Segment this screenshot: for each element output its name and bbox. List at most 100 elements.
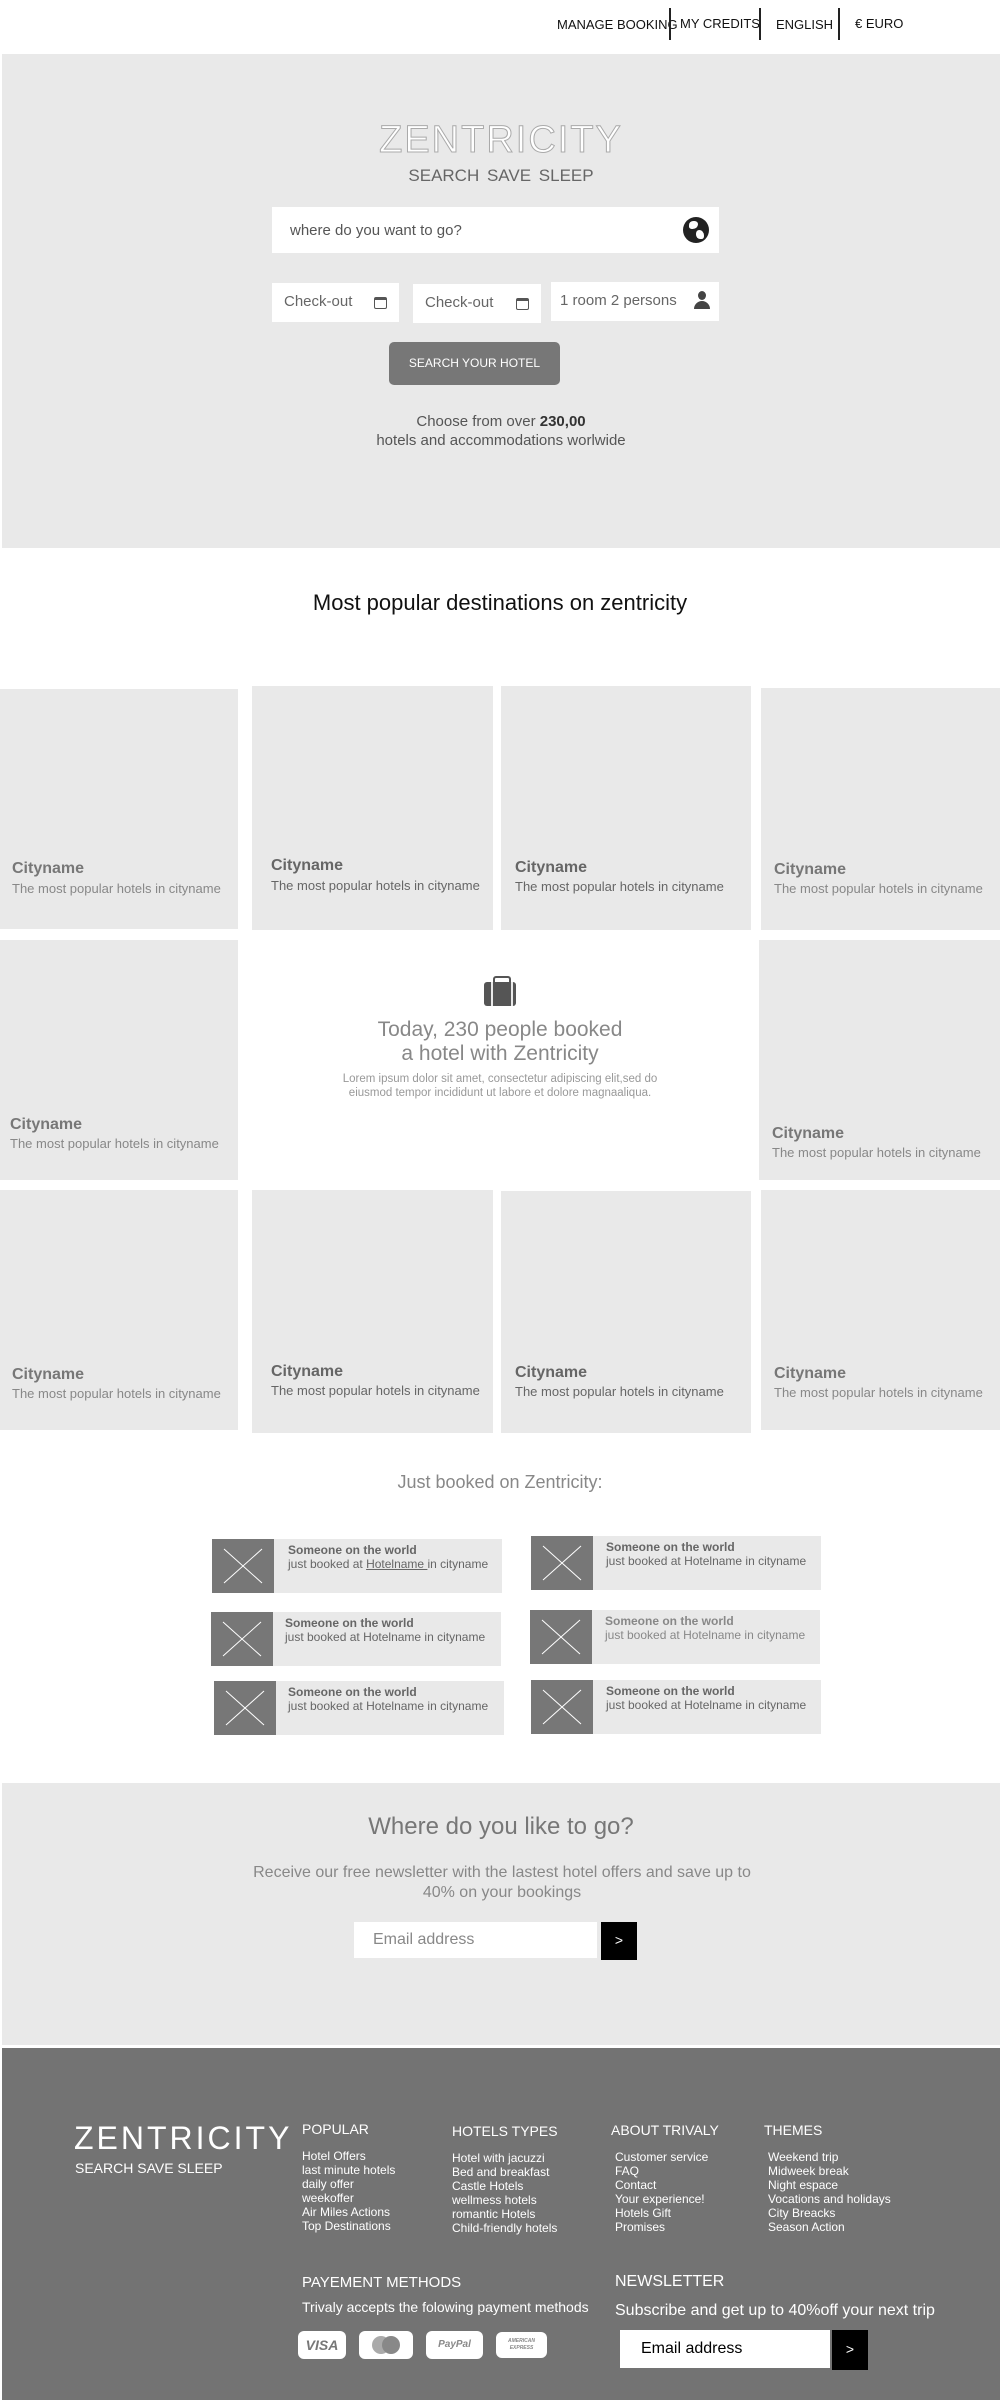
newsletter-email-input[interactable] [354, 1922, 597, 1958]
visa-icon: VISA [298, 2331, 346, 2359]
hotel-name: Hotelname [684, 1698, 743, 1712]
city-tile[interactable]: Cityname The most popular hotels in city… [252, 686, 493, 930]
footer-link[interactable]: Night espace [768, 2178, 891, 2192]
booking-card-text: Someone on the world just booked at Hote… [288, 1685, 493, 1713]
person-icon [693, 291, 711, 311]
city-tile[interactable]: Cityname The most popular hotels in city… [252, 1190, 493, 1433]
footer-link[interactable]: Hotel Offers [302, 2149, 395, 2163]
booking-card-text: Someone on the world just booked at Hote… [605, 1614, 810, 1642]
amex-icon: AMERICAN EXPRESS [496, 2332, 547, 2358]
booking-card: Someone on the world just booked at Hote… [212, 1539, 502, 1593]
destination-search-box [272, 207, 719, 253]
footer-newsletter-title: NEWSLETTER [615, 2273, 725, 2290]
city-name: Cityname [12, 860, 85, 877]
hotel-name: Hotelname [363, 1630, 422, 1644]
footer-link[interactable]: Air Miles Actions [302, 2205, 395, 2219]
footer-link[interactable]: Weekend trip [768, 2150, 891, 2164]
city-description: The most popular hotels in cityname [515, 1384, 724, 1399]
booking-card: Someone on the world just booked at Hote… [214, 1681, 504, 1735]
booking-pre: just booked at [605, 1628, 684, 1642]
footer-column-themes: THEMES Weekend trip Midweek break Night … [764, 2122, 891, 2234]
footer-link[interactable]: romantic Hotels [452, 2207, 558, 2221]
hotel-count-text: Choose from over 230,00 hotels and accom… [2, 412, 1000, 450]
image-placeholder-icon [531, 1536, 593, 1590]
footer-link[interactable]: Your experience! [615, 2192, 719, 2206]
city-tile[interactable]: Cityname The most popular hotels in city… [501, 1191, 751, 1433]
guests-field[interactable]: 1 room 2 persons [551, 282, 719, 321]
my-credits-link[interactable]: MY CREDITS [680, 16, 760, 31]
booked-today-line1: Today, 230 people booked [377, 1018, 623, 1041]
destination-search-input[interactable] [290, 215, 670, 245]
calendar-icon [374, 297, 387, 309]
hero-section: ZENTRICITY SEARCH SAVE SLEEP Check-out C… [2, 54, 1000, 548]
search-hotel-button[interactable]: SEARCH YOUR HOTEL [389, 342, 560, 385]
choose-prefix: Choose from over [416, 413, 540, 430]
hotel-link[interactable]: Hotelname [366, 1557, 427, 1571]
footer-link[interactable]: Customer service [615, 2150, 719, 2164]
footer-link[interactable]: Castle Hotels [452, 2179, 558, 2193]
footer-column-title: POPULAR [302, 2121, 369, 2137]
checkout-field[interactable]: Check-out [413, 284, 541, 323]
footer-column-hotel-types: HOTELS TYPES Hotel with jacuzzi Bed and … [452, 2123, 558, 2235]
city-tile[interactable]: Cityname The most popular hotels in city… [761, 688, 1000, 930]
booking-card: Someone on the world just booked at Hote… [531, 1680, 821, 1734]
footer-newsletter-text: Subscribe and get up to 40%off your next… [615, 2302, 935, 2319]
footer-newsletter-submit-button[interactable]: > [832, 2330, 868, 2370]
city-description: The most popular hotels in cityname [772, 1145, 981, 1160]
booking-who: Someone on the world [606, 1684, 735, 1698]
top-nav: MANAGE BOOKING MY CREDITS ENGLISH € EURO [0, 0, 1000, 52]
city-tile[interactable]: Cityname The most popular hotels in city… [0, 1190, 238, 1430]
footer-link[interactable]: Hotel with jacuzzi [452, 2151, 558, 2165]
footer-link[interactable]: Vocations and holidays [768, 2192, 891, 2206]
newsletter-submit-button[interactable]: > [601, 1922, 637, 1960]
booking-card-text: Someone on the world just booked at Hote… [606, 1684, 811, 1712]
footer-link[interactable]: Bed and breakfast [452, 2165, 558, 2179]
booking-pre: just booked at [285, 1630, 364, 1644]
footer-link[interactable]: Hotels Gift [615, 2206, 719, 2220]
city-description: The most popular hotels in cityname [12, 1386, 221, 1401]
city-description: The most popular hotels in cityname [10, 1136, 219, 1151]
footer-link[interactable]: FAQ [615, 2164, 719, 2178]
city-name: Cityname [774, 861, 847, 878]
footer-link[interactable]: Contact [615, 2178, 719, 2192]
checkout-label: Check-out [425, 294, 494, 311]
city-name: Cityname [774, 1365, 847, 1382]
city-name: Cityname [12, 1366, 85, 1383]
footer-link[interactable]: daily offer [302, 2177, 395, 2191]
booking-post: in cityname [421, 1630, 486, 1644]
footer-link[interactable]: Top Destinations [302, 2219, 395, 2233]
image-placeholder-icon [211, 1612, 273, 1666]
booking-post: in cityname [424, 1699, 489, 1713]
checkin-field[interactable]: Check-out [272, 283, 399, 322]
image-placeholder-icon [530, 1610, 592, 1664]
footer-link[interactable]: Child-friendly hotels [452, 2221, 558, 2235]
footer-email-input[interactable] [620, 2330, 830, 2368]
city-tile[interactable]: Cityname The most popular hotels in city… [0, 689, 238, 929]
footer-column-title: HOTELS TYPES [452, 2123, 558, 2139]
city-tile[interactable]: Cityname The most popular hotels in city… [761, 1190, 1000, 1430]
newsletter-text: Receive our free newsletter with the las… [253, 1864, 751, 1901]
city-description: The most popular hotels in cityname [774, 1385, 983, 1400]
footer-link[interactable]: Season Action [768, 2220, 891, 2234]
footer-link[interactable]: weekoffer [302, 2191, 395, 2205]
booking-card-text: Someone on the world just booked at Hote… [288, 1543, 493, 1571]
footer-link[interactable]: Promises [615, 2220, 719, 2234]
footer-link[interactable]: last minute hotels [302, 2163, 395, 2177]
footer-link[interactable]: Midweek break [768, 2164, 891, 2178]
checkin-label: Check-out [284, 293, 353, 310]
city-description: The most popular hotels in cityname [774, 881, 983, 896]
footer-link[interactable]: City Breacks [768, 2206, 891, 2220]
footer-link[interactable]: wellmess hotels [452, 2193, 558, 2207]
manage-booking-link[interactable]: MANAGE BOOKING [557, 17, 678, 32]
city-tile[interactable]: Cityname The most popular hotels in city… [0, 940, 238, 1180]
hotel-name: Hotelname [684, 1554, 743, 1568]
city-tile[interactable]: Cityname The most popular hotels in city… [759, 940, 1000, 1180]
hero-logo: ZENTRICITY [379, 119, 623, 162]
currency-selector[interactable]: € EURO [855, 16, 903, 31]
calendar-icon [516, 298, 529, 310]
language-selector[interactable]: ENGLISH [776, 17, 833, 32]
suitcase-icon [484, 976, 516, 1006]
globe-icon[interactable] [683, 217, 709, 243]
hotel-count: 230,00 [539, 413, 586, 430]
city-tile[interactable]: Cityname The most popular hotels in city… [501, 686, 751, 930]
